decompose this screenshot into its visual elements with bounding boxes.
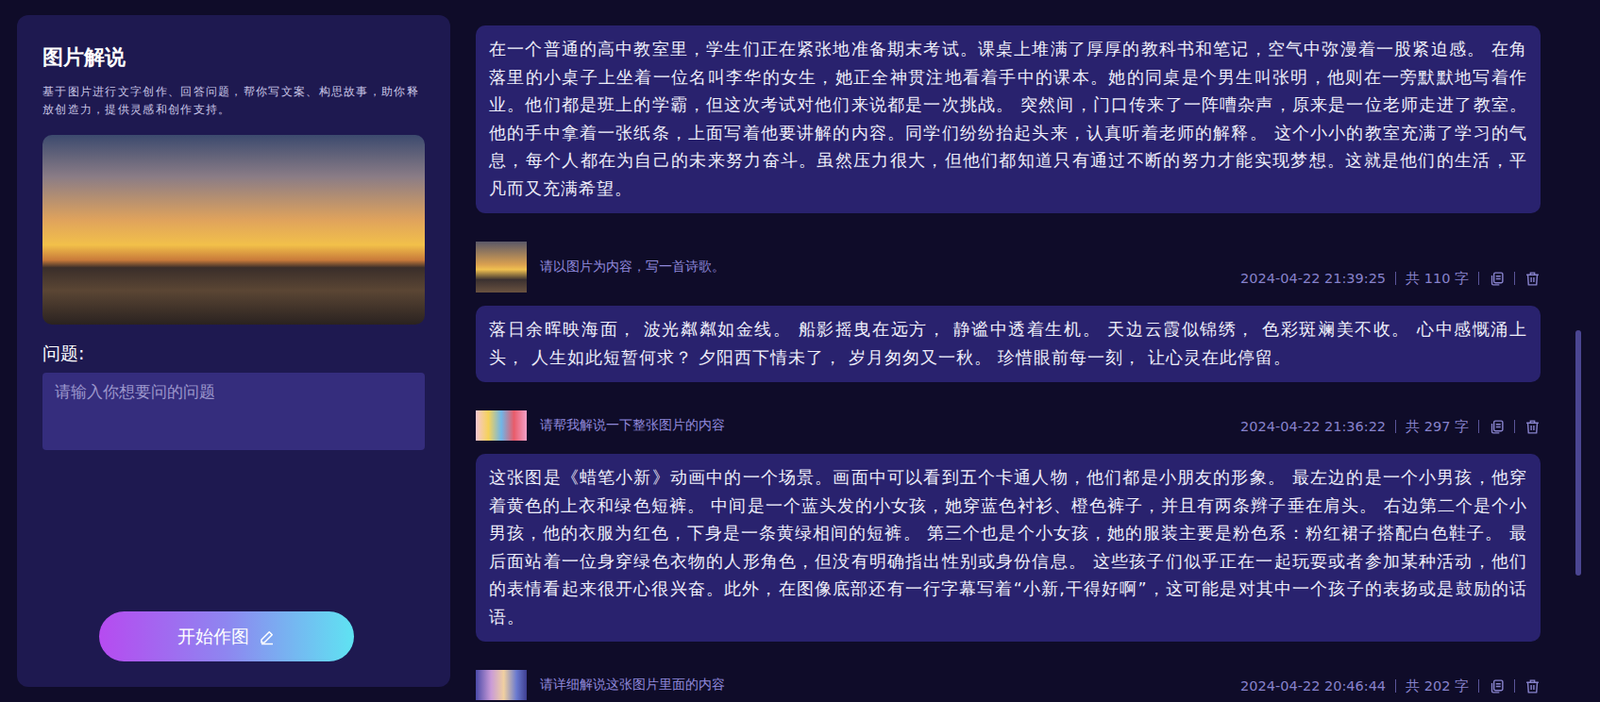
divider [1514,420,1516,434]
divider [1514,271,1516,286]
divider [1478,271,1480,286]
item-meta: 2024-04-22 21:36:22 共 297 字 [1240,417,1541,437]
char-count: 共 110 字 [1405,269,1469,288]
prompt: 请以图片为内容，写一首诗歌。 [539,258,1241,276]
history-list: 在一个普通的高中教室里，学生们正在紧张地准备期末考试。课桌上堆满了厚厚的教科书和… [475,0,1541,702]
scrollbar[interactable] [1574,0,1583,702]
divider [1478,679,1480,693]
divider [1395,271,1397,286]
char-count: 共 297 字 [1405,417,1469,437]
scrollbar-thumb[interactable] [1575,330,1582,576]
item-meta: 2024-04-22 21:39:25 共 110 字 [1240,269,1541,288]
question-label: 问题: [42,341,425,365]
copy-icon[interactable] [1488,419,1505,436]
item-header: 请帮我解说一下整张图片的内容2024-04-22 21:36:22 共 297 字 [475,410,1541,441]
submit-label: 开始作图 [177,624,250,650]
char-count: 共 202 字 [1405,676,1469,696]
history-item: 请详细解说这张图片里面的内容2024-04-22 20:46:44 共 202 字 [475,670,1541,702]
divider [1514,679,1516,693]
item-header: 请以图片为内容，写一首诗歌。2024-04-22 21:39:25 共 110 字 [475,241,1541,293]
timestamp: 2024-04-22 21:39:25 [1240,269,1386,288]
trash-icon[interactable] [1524,419,1541,436]
submit-button[interactable]: 开始作图 [99,611,354,662]
prompt: 请详细解说这张图片里面的内容 [539,676,1241,694]
pencil-icon [258,628,276,646]
divider [1395,420,1397,434]
timestamp: 2024-04-22 21:36:22 [1240,417,1386,437]
timestamp: 2024-04-22 20:46:44 [1240,676,1386,696]
divider [1395,679,1397,693]
panel-description: 基于图片进行文字创作、回答问题，帮你写文案、构思故事，助你释放创造力，提供灵感和… [42,83,425,119]
copy-icon[interactable] [1488,270,1505,287]
uploaded-image[interactable] [42,134,425,325]
trash-icon[interactable] [1524,270,1541,287]
answer-card: 落日余晖映海面， 波光粼粼如金线。 船影摇曳在远方， 静谧中透着生机。 天边云霞… [475,305,1541,383]
history-item: 请帮我解说一下整张图片的内容2024-04-22 21:36:22 共 297 字… [475,410,1541,642]
prompt: 请帮我解说一下整张图片的内容 [539,417,1241,435]
panel-title: 图片解说 [42,43,425,72]
thumbnail[interactable] [475,410,527,441]
item-header: 请详细解说这张图片里面的内容2024-04-22 20:46:44 共 202 字 [475,670,1541,701]
item-meta: 2024-04-22 20:46:44 共 202 字 [1240,676,1541,696]
trash-icon[interactable] [1524,678,1541,695]
side-panel: 图片解说基于图片进行文字创作、回答问题，帮你写文案、构思故事，助你释放创造力，提… [16,15,451,688]
question-input[interactable] [42,372,425,451]
answer-card: 这张图是《蜡笔小新》动画中的一个场景。画面中可以看到五个卡通人物，他们都是小朋友… [475,454,1541,642]
history-item: 请以图片为内容，写一首诗歌。2024-04-22 21:39:25 共 110 字… [475,241,1541,383]
copy-icon[interactable] [1488,678,1505,695]
answer-card: 在一个普通的高中教室里，学生们正在紧张地准备期末考试。课桌上堆满了厚厚的教科书和… [475,25,1541,214]
divider [1478,420,1480,434]
thumbnail[interactable] [475,241,527,293]
thumbnail[interactable] [475,670,527,701]
